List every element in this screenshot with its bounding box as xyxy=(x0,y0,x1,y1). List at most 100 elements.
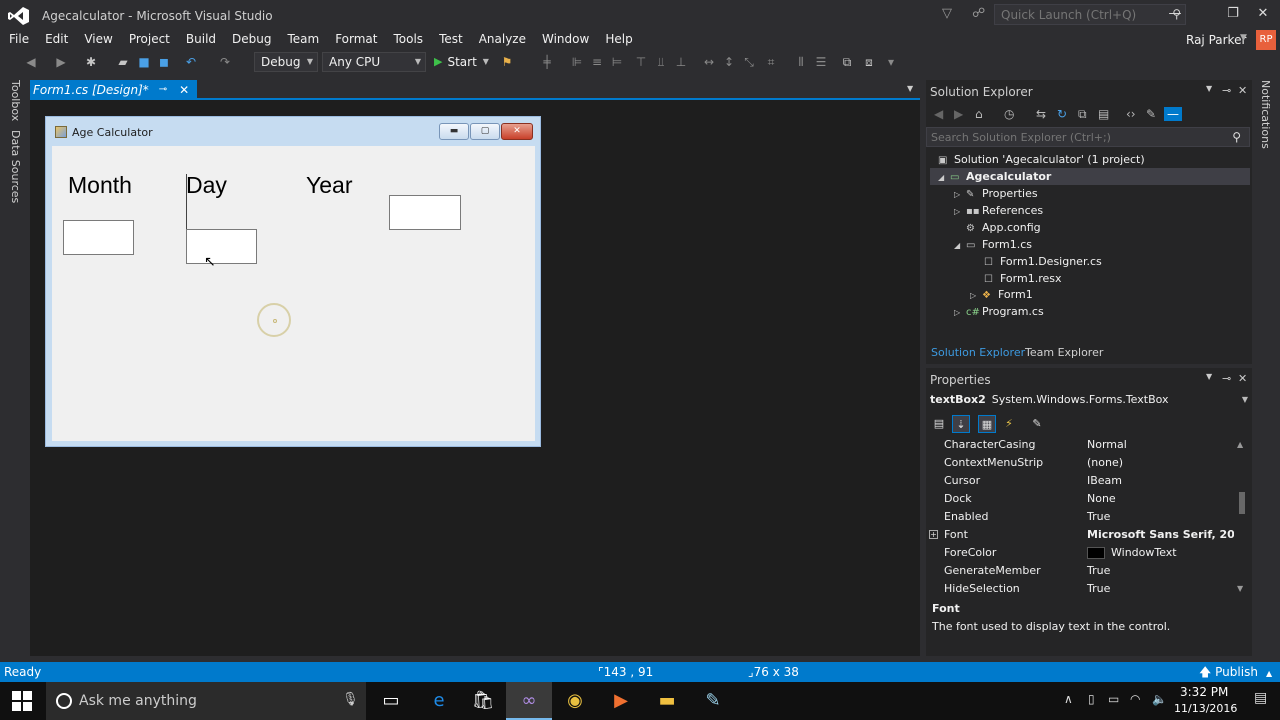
menu-file[interactable]: File xyxy=(0,30,36,48)
pending-changes-icon[interactable]: ◷ xyxy=(1004,107,1014,121)
menu-edit[interactable]: Edit xyxy=(36,30,75,48)
align-lefts-icon[interactable]: ⊫ xyxy=(570,55,584,69)
scroll-down-icon[interactable]: ▼ xyxy=(1237,584,1243,593)
form-designer-window[interactable]: Age Calculator ▬ ▢ ✕ Month Day Year ↖ xyxy=(45,116,541,447)
horizontal-spacing-icon[interactable]: ⦀ xyxy=(794,55,808,69)
property-pages-icon[interactable]: ✎ xyxy=(1028,415,1046,433)
device-icon[interactable]: ▯ xyxy=(1088,692,1095,706)
vertical-spacing-icon[interactable]: ☰ xyxy=(814,55,828,69)
close-icon[interactable]: ✕ xyxy=(1238,372,1247,385)
events-icon[interactable]: ⚡ xyxy=(1000,415,1018,433)
tree-item-form1-class[interactable]: ▷ ❖ Form1 xyxy=(970,286,1033,303)
chevron-down-icon[interactable]: ▼ xyxy=(907,84,913,93)
publish-button[interactable]: 🡅 Publish ▲ xyxy=(1199,662,1272,684)
battery-icon[interactable]: ▭ xyxy=(1108,692,1119,706)
redo-icon[interactable]: ↷ xyxy=(218,55,232,69)
make-same-size-icon[interactable]: ⤡ xyxy=(742,55,756,69)
label-day[interactable]: Day xyxy=(186,172,227,199)
align-tops-icon[interactable]: ⊤ xyxy=(634,55,648,69)
chevron-down-icon[interactable]: ▼ xyxy=(1240,33,1247,43)
textbox-month[interactable] xyxy=(63,220,134,255)
toolbar-options-icon[interactable]: ▾ xyxy=(884,55,898,69)
collapsed-arrow-icon[interactable]: ▷ xyxy=(970,287,982,304)
property-row-dock[interactable]: Dock None xyxy=(926,490,1234,508)
form-client-area[interactable]: Month Day Year ↖ xyxy=(52,146,535,441)
properties-icon[interactable]: ✎ xyxy=(1146,107,1156,121)
menu-view[interactable]: View xyxy=(75,30,119,48)
task-view-icon[interactable]: ▭ xyxy=(368,682,414,720)
navigate-back-icon[interactable]: ◀ xyxy=(24,55,38,69)
show-all-files-icon[interactable]: ▤ xyxy=(1098,107,1109,121)
sync-icon[interactable]: ⇆ xyxy=(1036,107,1046,121)
solution-platform-select[interactable]: Any CPU ▼ xyxy=(322,52,426,72)
make-same-height-icon[interactable]: ↕ xyxy=(722,55,736,69)
tree-item-form1-resx[interactable]: ▷☐Form1.resx xyxy=(972,270,1062,287)
menu-test[interactable]: Test xyxy=(430,30,470,48)
visual-studio-taskbar-icon[interactable]: ∞ xyxy=(506,682,552,720)
properties-view-icon[interactable]: ▦ xyxy=(978,415,996,433)
property-row-charactercasing[interactable]: CharacterCasing Normal xyxy=(926,436,1234,454)
store-icon[interactable]: 🛍 xyxy=(460,682,506,720)
tree-item-form1-cs[interactable]: ◢ ▭ Form1.cs xyxy=(954,236,1032,253)
pin-icon[interactable]: ⊸ xyxy=(159,80,167,100)
solution-explorer-search[interactable]: ⚲ xyxy=(926,127,1250,147)
volume-icon[interactable]: 🔈 xyxy=(1152,692,1167,706)
collapsed-arrow-icon[interactable]: ▷ xyxy=(954,186,966,203)
solution-configuration-select[interactable]: Debug ▼ xyxy=(254,52,318,72)
menu-build[interactable]: Build xyxy=(177,30,223,48)
undo-icon[interactable]: ↶ xyxy=(184,55,198,69)
close-icon[interactable]: ✕ xyxy=(1238,84,1247,97)
label-year[interactable]: Year xyxy=(306,172,352,199)
chevron-down-icon[interactable]: ▼ xyxy=(483,52,489,72)
property-row-cursor[interactable]: Cursor IBeam xyxy=(926,472,1234,490)
menu-tools[interactable]: Tools xyxy=(385,30,431,48)
menu-team[interactable]: Team xyxy=(278,30,326,48)
align-bottoms-icon[interactable]: ⊥ xyxy=(674,55,688,69)
solution-search-input[interactable] xyxy=(927,128,1217,146)
chrome-icon[interactable]: ◉ xyxy=(552,682,598,720)
align-centers-icon[interactable]: ≡ xyxy=(590,55,604,69)
tree-item-project[interactable]: ◢ ▭ Agecalculator xyxy=(930,168,1250,185)
close-icon[interactable]: ✕ xyxy=(179,80,189,100)
file-explorer-icon[interactable]: ▬ xyxy=(644,682,690,720)
start-debugging-button[interactable]: ▶ Start ▼ xyxy=(434,52,489,72)
align-middles-icon[interactable]: ⫫ xyxy=(654,55,668,69)
filter-icon[interactable]: ▽ xyxy=(942,6,958,22)
textbox-day[interactable] xyxy=(186,229,257,264)
make-same-width-icon[interactable]: ↔ xyxy=(702,55,716,69)
menu-help[interactable]: Help xyxy=(596,30,639,48)
minimize-button[interactable]: — xyxy=(1160,4,1190,24)
property-row-contextmenustrip[interactable]: ContextMenuStrip (none) xyxy=(926,454,1234,472)
media-app-icon[interactable]: ▶ xyxy=(598,682,644,720)
property-row-hideselection[interactable]: HideSelection True xyxy=(926,580,1234,596)
save-all-icon[interactable]: ◼ xyxy=(157,55,171,69)
tree-item-solution[interactable]: ▣ Solution 'Agecalculator' (1 project) xyxy=(938,151,1145,168)
properties-object-select[interactable]: textBox2 System.Windows.Forms.TextBox ▼ xyxy=(930,391,1250,409)
menu-debug[interactable]: Debug xyxy=(223,30,278,48)
navigate-forward-icon[interactable]: ▶ xyxy=(54,55,68,69)
home-icon[interactable]: ⌂ xyxy=(975,107,983,121)
clock-date[interactable]: 11/13/2016 xyxy=(1174,702,1237,715)
align-to-grid-icon[interactable]: ╪ xyxy=(540,55,554,69)
label-month[interactable]: Month xyxy=(68,172,132,199)
data-sources-tab[interactable]: Data Sources xyxy=(9,130,22,203)
refresh-icon[interactable]: ↻ xyxy=(1057,107,1067,121)
clock-time[interactable]: 3:32 PM xyxy=(1180,685,1228,699)
size-to-grid-icon[interactable]: ⌗ xyxy=(764,55,778,69)
tree-item-program-cs[interactable]: ▷ c# Program.cs xyxy=(954,303,1044,320)
textbox-year[interactable] xyxy=(389,195,461,230)
tree-item-references[interactable]: ▷ ▪▪ References xyxy=(954,202,1043,219)
chevron-up-icon[interactable]: ∧ xyxy=(1064,692,1073,706)
preview-item-icon[interactable]: — xyxy=(1164,107,1182,121)
search-icon[interactable]: ⚲ xyxy=(1232,130,1241,144)
collapse-all-icon[interactable]: ⧉ xyxy=(1078,107,1087,122)
action-center-icon[interactable]: ▤ xyxy=(1254,690,1267,706)
menu-project[interactable]: Project xyxy=(120,30,177,48)
windows-start-icon[interactable] xyxy=(12,691,32,711)
cortana-placeholder[interactable]: Ask me anything xyxy=(79,693,197,709)
scrollbar-thumb[interactable] xyxy=(1239,492,1245,514)
pin-icon[interactable]: ⊸ xyxy=(1222,372,1231,385)
expanded-arrow-icon[interactable]: ◢ xyxy=(954,237,966,254)
tab-team-explorer[interactable]: Team Explorer xyxy=(1020,344,1108,362)
tree-item-form1-designer[interactable]: ☐ Form1.Designer.cs xyxy=(984,253,1102,270)
